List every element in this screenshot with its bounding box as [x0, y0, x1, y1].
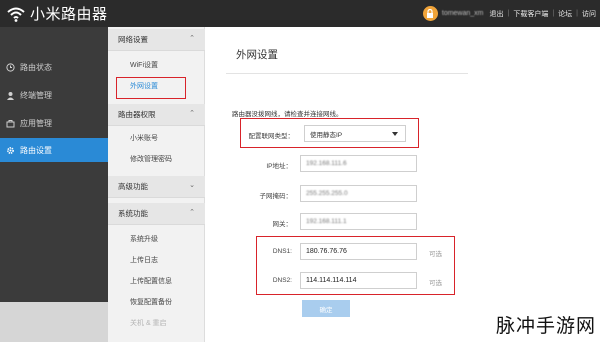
briefcase-icon: [6, 119, 15, 128]
separator: |: [507, 10, 510, 17]
subnet-mask-value: 255.255.255.0: [306, 190, 348, 197]
dns2-value: 114.114.114.114: [306, 277, 357, 284]
dns1-label: DNS1:: [272, 248, 292, 255]
brand-name: 小米路由器: [30, 5, 108, 23]
title-divider: [226, 73, 468, 74]
watermark: 脉冲手游网: [495, 314, 596, 337]
ip-address-field[interactable]: 192.168.111.6: [300, 155, 417, 172]
lock-icon: [422, 6, 438, 21]
user-icon: [6, 91, 15, 100]
sidebar-item-router-status[interactable]: 路由状态: [0, 55, 108, 79]
submenu-item-upload-log[interactable]: 上传日志: [108, 250, 205, 270]
submenu-group-label: 网络设置: [118, 35, 148, 44]
dns2-label: DNS2:: [272, 277, 292, 284]
forum-link[interactable]: 论坛: [558, 9, 572, 19]
download-client-link[interactable]: 下载客户端: [513, 9, 548, 19]
apply-button[interactable]: 确定: [302, 300, 350, 317]
chevron-up-icon: ⌃: [189, 110, 195, 117]
dns2-optional-hint: 可选: [429, 280, 442, 287]
cable-notice: 路由器没拨网线，请检查并连接网线。: [232, 111, 343, 118]
page-title: 外网设置: [236, 49, 278, 61]
ip-address-label: IP地址：: [266, 163, 292, 170]
chevron-up-icon: ⌃: [189, 209, 195, 216]
clock-icon: [6, 62, 15, 72]
dns1-value: 180.76.76.76: [306, 248, 347, 255]
submenu-item-shutdown-restart[interactable]: 关机 & 重启: [108, 313, 205, 333]
chevron-down-icon: ⌄: [189, 182, 195, 189]
wifi-icon: [7, 7, 25, 22]
account-bar: tomewan_xm 退出 | 下载客户端 | 论坛 | 访问: [422, 4, 596, 23]
submenu-item-upload-config[interactable]: 上传配置信息: [108, 271, 205, 291]
dns1-optional-hint: 可选: [429, 251, 442, 258]
sidebar-item-router-settings[interactable]: 路由设置: [0, 138, 114, 162]
sidebar-footer: [0, 302, 108, 342]
submenu-item-restore-backup[interactable]: 恢复配置备份: [108, 292, 205, 312]
submenu-group-router-permissions[interactable]: 路由器权限 ⌃: [108, 104, 205, 126]
submenu-group-label: 系统功能: [118, 209, 148, 218]
ip-address-value: 192.168.111.6: [306, 160, 347, 167]
sidebar-item-label: 路由状态: [20, 62, 52, 72]
sidebar-item-app-management[interactable]: 应用管理: [0, 111, 108, 135]
sidebar: 路由状态 终端管理 应用管理 路由设置: [0, 27, 114, 342]
dns1-field[interactable]: 180.76.76.76: [300, 243, 417, 260]
caret-down-icon: [392, 132, 398, 136]
subnet-mask-field[interactable]: 255.255.255.0: [300, 185, 417, 202]
submenu-item-mi-account[interactable]: 小米账号: [108, 128, 205, 148]
submenu-group-label: 高级功能: [118, 182, 148, 191]
subnet-mask-label: 子网掩码：: [259, 193, 293, 200]
username: tomewan_xm: [441, 10, 484, 17]
connection-type-value: 使用静态IP: [310, 131, 343, 139]
submenu-group-advanced[interactable]: 高级功能 ⌄: [108, 176, 205, 198]
separator: |: [576, 10, 578, 17]
highlight-wan-settings: [116, 77, 186, 99]
brand[interactable]: 小米路由器: [6, 3, 108, 24]
submenu-item-change-admin-password[interactable]: 修改管理密码: [108, 149, 205, 169]
gateway-value: 192.168.111.1: [306, 218, 347, 225]
submenu-item-system-upgrade[interactable]: 系统升级: [108, 229, 205, 249]
submenu-group-label: 路由器权限: [118, 110, 156, 119]
sidebar-item-device-management[interactable]: 终端管理: [0, 83, 108, 107]
chevron-up-icon: ⌃: [189, 35, 195, 42]
dns2-field[interactable]: 114.114.114.114: [300, 272, 417, 289]
submenu-group-system[interactable]: 系统功能 ⌃: [108, 203, 205, 225]
gear-icon: [6, 146, 15, 155]
top-bar: 小米路由器 tomewan_xm 退出 | 下载客户端 | 论坛 | 访问: [0, 0, 600, 27]
connection-type-label: 配置联网类型：: [248, 133, 295, 140]
connection-type-select[interactable]: 使用静态IP: [304, 125, 406, 142]
sidebar-item-label: 应用管理: [20, 118, 52, 128]
gateway-field[interactable]: 192.168.111.1: [300, 213, 417, 230]
separator: |: [552, 10, 555, 17]
submenu-group-network-settings[interactable]: 网络设置 ⌃: [108, 29, 205, 51]
sidebar-item-label: 终端管理: [20, 90, 52, 100]
sidebar-item-label: 路由设置: [20, 145, 52, 155]
submenu-item-wifi-settings[interactable]: WiFi设置: [108, 55, 205, 75]
logout-link[interactable]: 退出: [490, 9, 504, 19]
gateway-label: 网关：: [272, 221, 293, 228]
visit-link[interactable]: 访问: [582, 9, 596, 19]
settings-submenu: 网络设置 ⌃ WiFi设置 外网设置 路由器权限 ⌃ 小米账号 修改管理密码 高…: [108, 27, 205, 342]
